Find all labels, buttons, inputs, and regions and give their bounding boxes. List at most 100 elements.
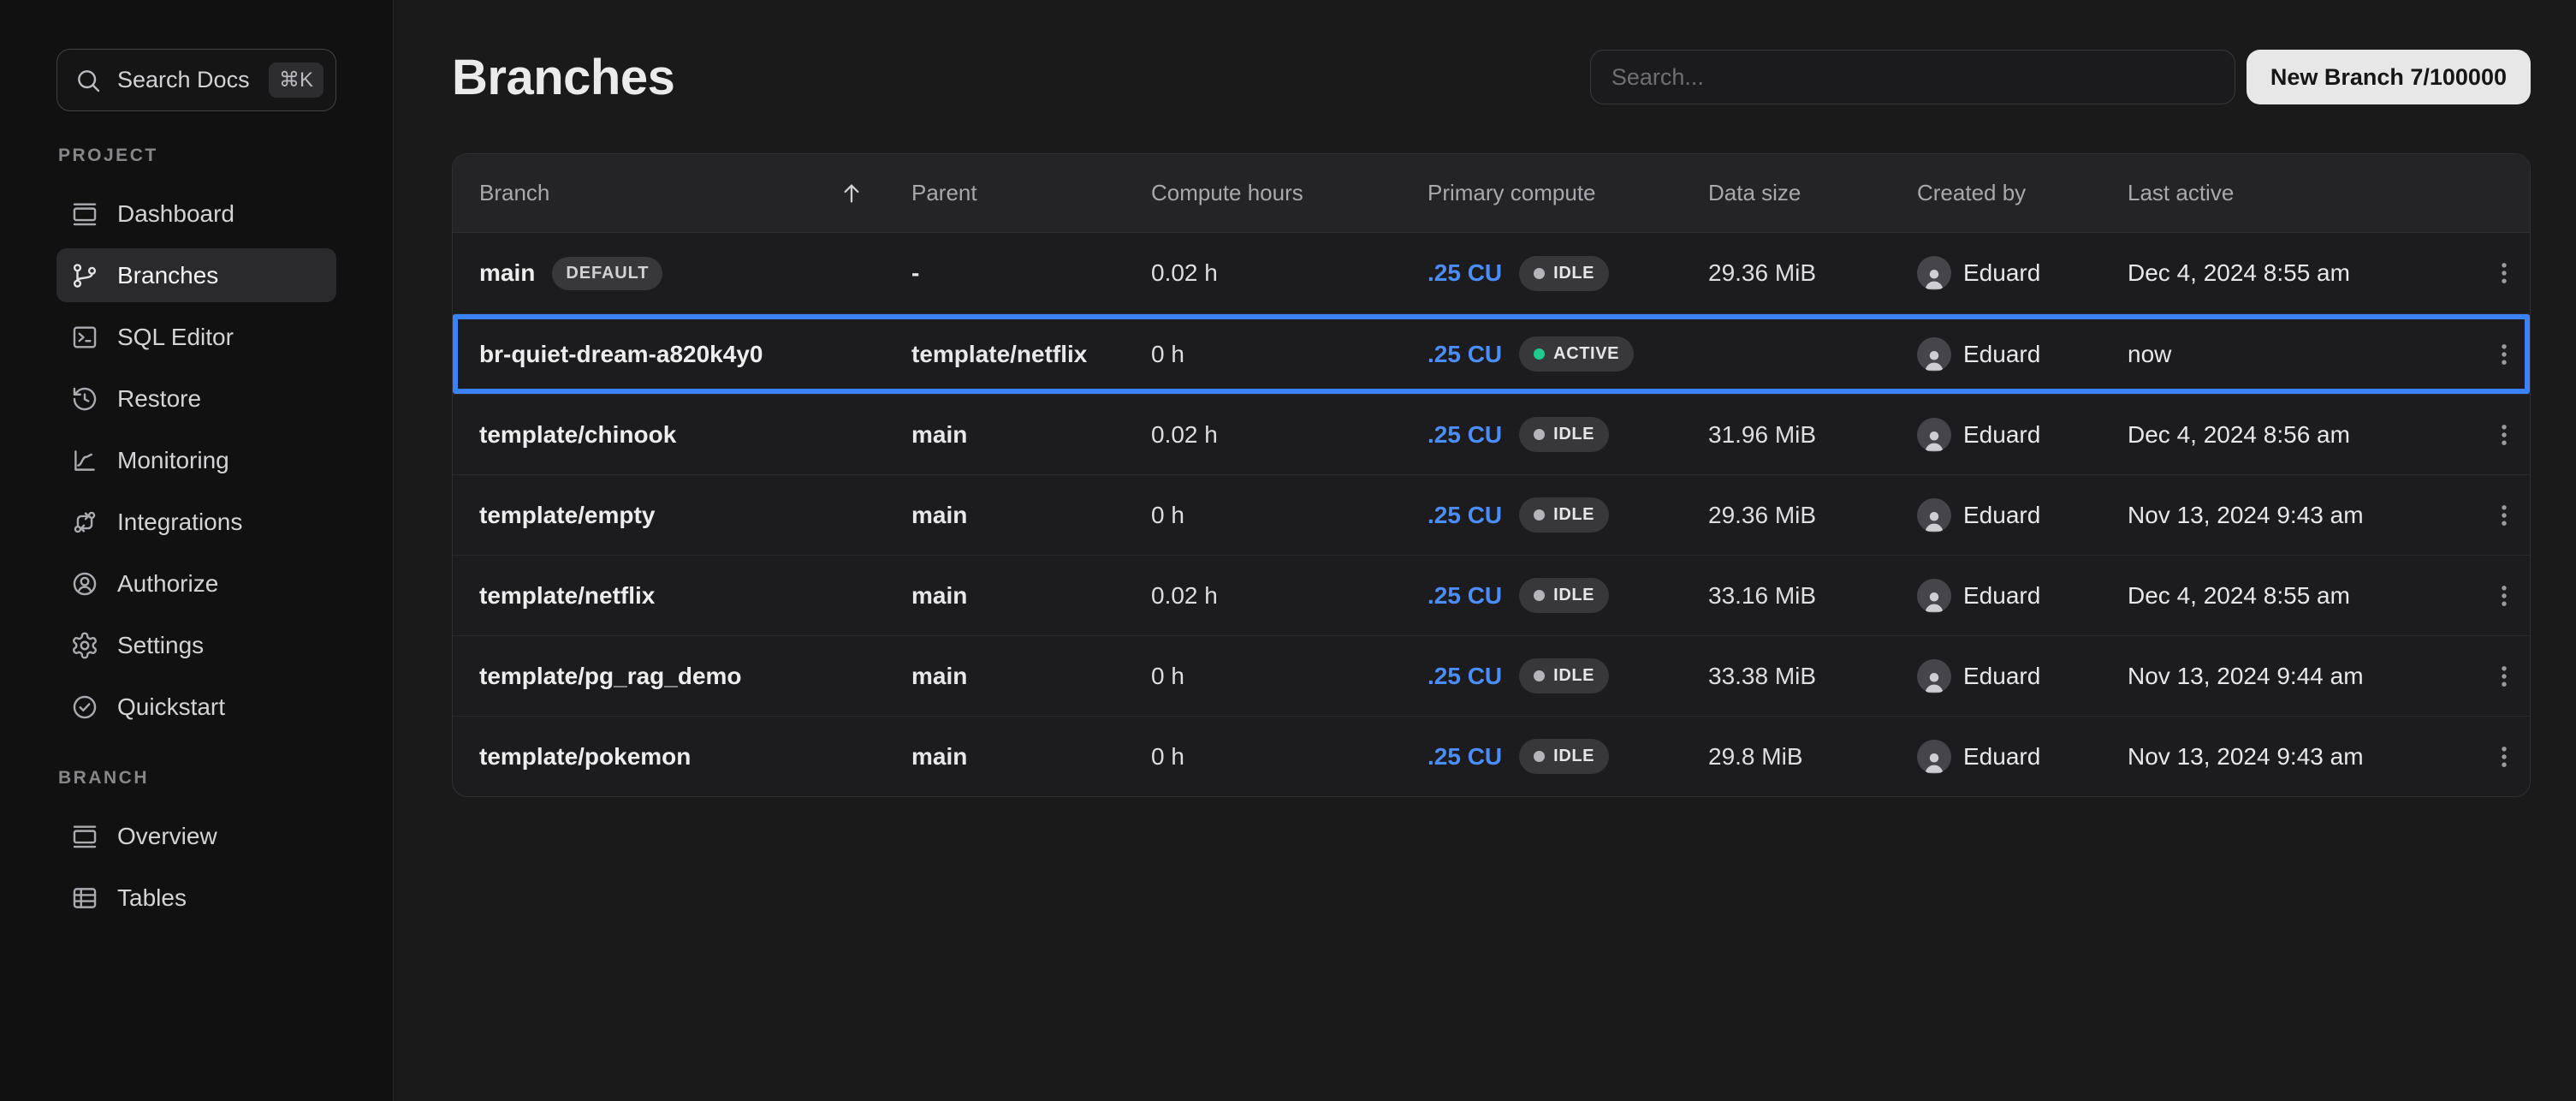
created-by-cell: Eduard	[1915, 418, 2126, 452]
compute-hours-cell: 0 h	[1149, 502, 1426, 529]
sidebar: Search Docs ⌘K PROJECTDashboardBranchesS…	[0, 0, 394, 1101]
sidebar-item-quickstart[interactable]: Quickstart	[56, 680, 336, 734]
sidebar-item-label: Overview	[117, 823, 217, 850]
sql-editor-icon	[70, 323, 99, 352]
row-actions-cell	[2477, 731, 2531, 783]
row-actions-cell	[2477, 247, 2531, 299]
status-badge: IDLE	[1519, 256, 1609, 291]
row-menu-button[interactable]	[2478, 570, 2530, 622]
overview-icon	[70, 822, 99, 851]
compute-hours-cell: 0.02 h	[1149, 259, 1426, 287]
header-actions: New Branch 7/100000	[1590, 50, 2531, 104]
row-actions-cell	[2477, 570, 2531, 622]
compute-size[interactable]: .25 CU	[1427, 743, 1502, 771]
sidebar-item-authorize[interactable]: Authorize	[56, 556, 336, 610]
table-row[interactable]: template/empty main 0 h .25 CU IDLE 29.3…	[453, 474, 2530, 555]
status-badge: IDLE	[1519, 417, 1609, 452]
sidebar-section-label: BRANCH	[58, 768, 393, 789]
branch-cell: template/pokemon	[453, 743, 910, 771]
search-docs-button[interactable]: Search Docs ⌘K	[56, 49, 336, 111]
column-header-compute-hours: Compute hours	[1149, 180, 1426, 206]
default-badge: DEFAULT	[552, 257, 662, 290]
compute-size[interactable]: .25 CU	[1427, 341, 1502, 368]
table-header-row: BranchParentCompute hoursPrimary compute…	[453, 154, 2530, 233]
compute-hours-cell: 0.02 h	[1149, 582, 1426, 610]
compute-size[interactable]: .25 CU	[1427, 259, 1502, 287]
column-header-primary-compute: Primary compute	[1426, 180, 1706, 206]
page-title: Branches	[452, 49, 674, 106]
app-root: Search Docs ⌘K PROJECTDashboardBranchesS…	[0, 0, 2576, 1101]
sidebar-item-tables[interactable]: Tables	[56, 871, 336, 925]
row-menu-button[interactable]	[2478, 731, 2530, 783]
authorize-icon	[70, 569, 99, 598]
table-row[interactable]: template/chinook main 0.02 h .25 CU IDLE…	[453, 394, 2530, 474]
created-by-name: Eduard	[1963, 743, 2040, 771]
sidebar-item-overview[interactable]: Overview	[56, 809, 336, 863]
avatar	[1917, 659, 1951, 693]
table-row[interactable]: template/pokemon main 0 h .25 CU IDLE 29…	[453, 716, 2530, 796]
sidebar-item-settings[interactable]: Settings	[56, 618, 336, 672]
data-size-cell: 29.8 MiB	[1706, 743, 1915, 771]
status-badge: IDLE	[1519, 578, 1609, 613]
row-menu-button[interactable]	[2478, 329, 2530, 380]
row-menu-button[interactable]	[2478, 409, 2530, 461]
parent-cell: main	[910, 421, 1149, 449]
avatar	[1917, 498, 1951, 533]
row-menu-button[interactable]	[2478, 490, 2530, 541]
sidebar-item-label: Monitoring	[117, 447, 229, 474]
compute-hours-cell: 0 h	[1149, 341, 1426, 368]
row-menu-button[interactable]	[2478, 651, 2530, 702]
row-menu-button[interactable]	[2478, 247, 2530, 299]
sidebar-item-sql-editor[interactable]: SQL Editor	[56, 310, 336, 364]
table-row[interactable]: br-quiet-dream-a820k4y0 template/netflix…	[453, 313, 2530, 394]
sidebar-item-label: Branches	[117, 262, 218, 289]
sidebar-item-restore[interactable]: Restore	[56, 372, 336, 426]
column-header-parent: Parent	[910, 180, 1149, 206]
monitoring-icon	[70, 446, 99, 475]
integrations-icon	[70, 508, 99, 537]
compute-size[interactable]: .25 CU	[1427, 582, 1502, 610]
status-dot-icon	[1534, 590, 1545, 601]
sidebar-item-label: Dashboard	[117, 200, 234, 228]
table-row[interactable]: template/pg_rag_demo main 0 h .25 CU IDL…	[453, 635, 2530, 716]
compute-size[interactable]: .25 CU	[1427, 421, 1502, 449]
branch-cell: template/pg_rag_demo	[453, 663, 910, 690]
created-by-name: Eduard	[1963, 259, 2040, 287]
last-active-cell: Dec 4, 2024 8:56 am	[2126, 421, 2477, 449]
avatar	[1917, 337, 1951, 372]
created-by-name: Eduard	[1963, 421, 2040, 449]
last-active-cell: Dec 4, 2024 8:55 am	[2126, 582, 2477, 610]
compute-hours-cell: 0.02 h	[1149, 421, 1426, 449]
branch-name: template/pg_rag_demo	[479, 663, 742, 690]
tables-icon	[70, 884, 99, 913]
quickstart-icon	[70, 693, 99, 722]
settings-icon	[70, 631, 99, 660]
compute-size[interactable]: .25 CU	[1427, 502, 1502, 529]
branch-name: template/pokemon	[479, 743, 691, 771]
avatar	[1917, 256, 1951, 290]
table-row[interactable]: template/netflix main 0.02 h .25 CU IDLE…	[453, 555, 2530, 635]
new-branch-button[interactable]: New Branch 7/100000	[2247, 50, 2531, 104]
status-dot-icon	[1534, 751, 1545, 762]
created-by-cell: Eduard	[1915, 498, 2126, 533]
compute-size[interactable]: .25 CU	[1427, 663, 1502, 690]
sidebar-item-integrations[interactable]: Integrations	[56, 495, 336, 549]
sidebar-item-label: Tables	[117, 884, 187, 912]
branch-cell: template/netflix	[453, 582, 910, 610]
sidebar-item-branches[interactable]: Branches	[56, 248, 336, 302]
sidebar-item-label: Quickstart	[117, 693, 225, 721]
search-icon	[74, 67, 102, 94]
column-header-data-size: Data size	[1706, 180, 1915, 206]
branch-name: br-quiet-dream-a820k4y0	[479, 341, 763, 368]
last-active-cell: Dec 4, 2024 8:55 am	[2126, 259, 2477, 287]
main-content: Branches New Branch 7/100000 BranchParen…	[394, 0, 2576, 1101]
sidebar-item-monitoring[interactable]: Monitoring	[56, 433, 336, 487]
page-header: Branches New Branch 7/100000	[452, 47, 2531, 107]
table-row[interactable]: main DEFAULT - 0.02 h .25 CU IDLE 29.36 …	[453, 233, 2530, 313]
column-header-branch[interactable]: Branch	[453, 180, 910, 207]
branch-cell: br-quiet-dream-a820k4y0	[453, 341, 910, 368]
search-input[interactable]	[1590, 50, 2235, 104]
status-badge: IDLE	[1519, 739, 1609, 774]
primary-compute-cell: .25 CU IDLE	[1426, 417, 1706, 452]
sidebar-item-dashboard[interactable]: Dashboard	[56, 187, 336, 241]
